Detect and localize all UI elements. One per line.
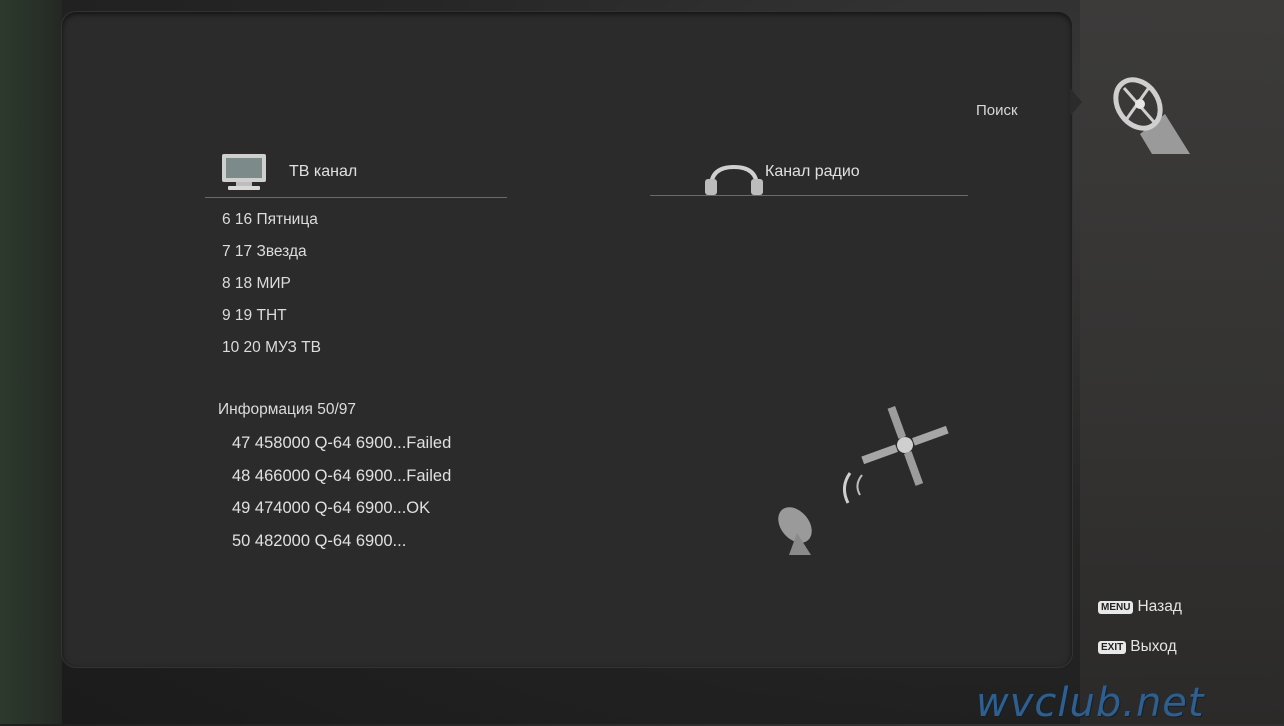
satellite-dish-icon [1110,74,1190,163]
back-hint[interactable]: MENU Назад [1098,598,1182,616]
list-item: 10 20 МУЗ ТВ [222,339,321,356]
radio-heading-divider [650,195,968,196]
tv-channel-list: 6 16 Пятница 7 17 Звезда 8 18 МИР 9 19 Т… [222,204,321,364]
radio-channel-heading: Канал радио [765,163,860,180]
list-item: 48 466000 Q-64 6900...Failed [232,466,452,485]
list-item: 50 482000 Q-64 6900... [232,531,407,550]
back-label: Назад [1137,598,1182,615]
satellite-signal-icon [770,405,950,570]
scan-progress: 50/97 [317,401,357,418]
list-item: 47 458000 Q-64 6900...Failed [232,434,452,452]
scan-info-heading: Информация 50/97 [218,401,356,419]
exit-label: Выход [1130,638,1177,655]
tv-channel-heading: ТВ канал [289,163,358,180]
panel-pointer [1070,88,1082,116]
scan-info-label: Информация [218,401,313,418]
list-item: 6 16 Пятница [222,211,318,228]
exit-key-icon: EXIT [1098,640,1127,654]
tv-icon [220,152,268,197]
exit-hint[interactable]: EXIT Выход [1098,638,1177,656]
list-item: 8 18 МИР [222,275,291,292]
tv-heading-divider [205,197,507,198]
watermark: wvclub.net [976,680,1205,726]
menu-key-icon: MENU [1098,600,1134,614]
list-item: 49 474000 Q-64 6900...OK [232,499,431,517]
left-background [0,0,62,724]
scan-frequency-list: 47 458000 Q-64 6900...Failed 48 466000 Q… [232,427,451,557]
list-item: 7 17 Звезда [222,243,307,260]
list-item: 9 19 ТНТ [222,307,287,324]
page-title: Поиск [976,102,1018,119]
